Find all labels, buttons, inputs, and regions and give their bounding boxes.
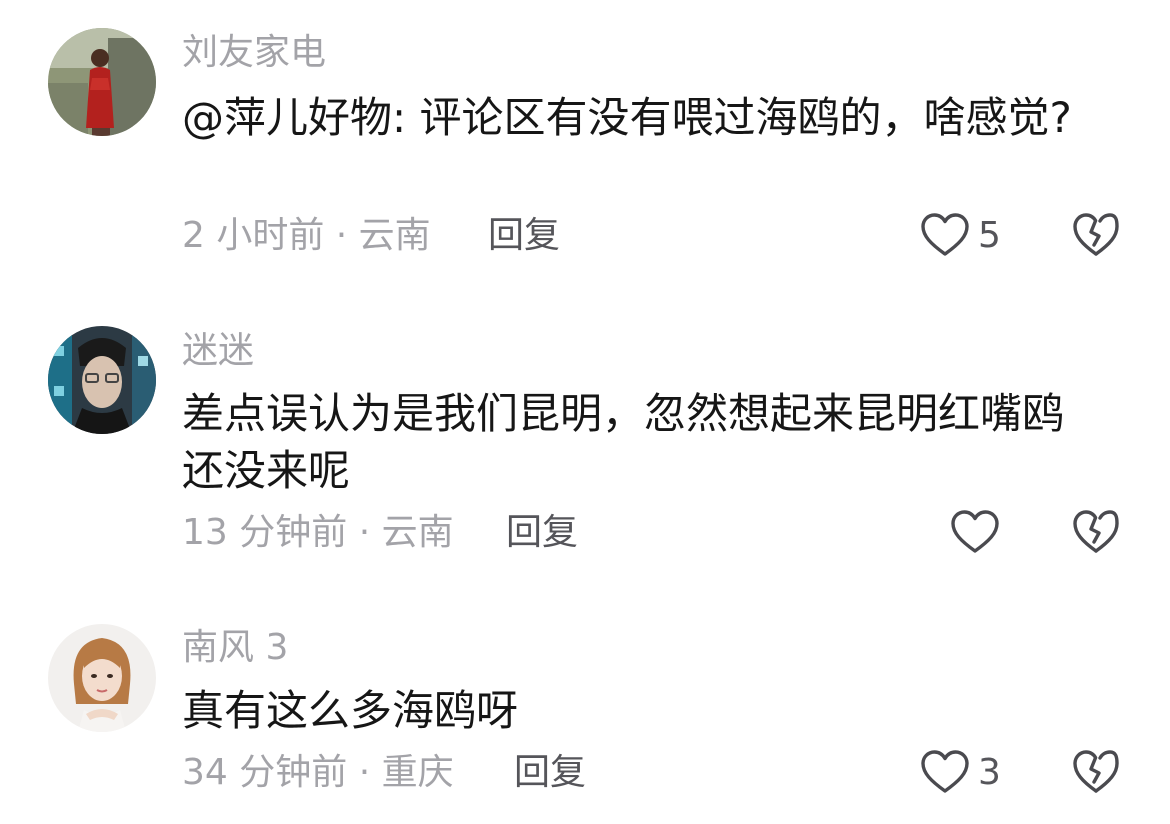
dislike-button[interactable] <box>1072 212 1120 260</box>
comment-time-location: 13 分钟前 · 云南 <box>182 512 454 553</box>
dislike-button[interactable] <box>1072 509 1120 557</box>
avatar-image <box>48 624 156 732</box>
like-count: 5 <box>978 215 1001 256</box>
broken-heart-icon <box>1073 750 1119 793</box>
comment-meta: 34 分钟前 · 重庆 回复 <box>182 748 586 798</box>
heart-outline-icon <box>921 213 969 256</box>
avatar-image <box>48 326 156 434</box>
dislike-button[interactable] <box>1072 749 1120 797</box>
avatar-image <box>48 28 156 136</box>
comment-item: 南风 3 真有这么多海鸥呀 34 分钟前 · 重庆 回复 3 <box>0 590 1170 824</box>
broken-heart-icon <box>1073 510 1119 553</box>
comment-meta: 13 分钟前 · 云南 回复 <box>182 508 578 558</box>
reply-button[interactable]: 回复 <box>506 508 578 558</box>
comment-username[interactable]: 迷迷 <box>182 329 254 373</box>
avatar[interactable] <box>48 28 156 136</box>
heart-outline-icon <box>921 750 969 793</box>
comment-item: 迷迷 差点误认为是我们昆明，忽然想起来昆明红嘴鸥还没来呢 13 分钟前 · 云南… <box>0 290 1170 590</box>
comment-text: 差点误认为是我们昆明，忽然想起来昆明红嘴鸥还没来呢 <box>182 389 1065 495</box>
comment-username[interactable]: 南风 3 <box>182 626 288 670</box>
heart-outline-icon <box>951 510 999 553</box>
reply-button[interactable]: 回复 <box>488 211 560 261</box>
comment-item: 刘友家电 @萍儿好物: 评论区有没有喂过海鸥的，啥感觉? 2 小时前 · 云南 … <box>0 0 1170 290</box>
comment-time-location: 2 小时前 · 云南 <box>182 215 431 256</box>
avatar[interactable] <box>48 624 156 732</box>
comment-username[interactable]: 刘友家电 <box>182 31 326 75</box>
comment-time-location: 34 分钟前 · 重庆 <box>182 752 454 793</box>
like-count: 3 <box>978 752 1001 793</box>
reply-button[interactable]: 回复 <box>514 748 586 798</box>
comment-meta: 2 小时前 · 云南 回复 <box>182 211 560 261</box>
comment-text: 真有这么多海鸥呀 <box>182 686 519 735</box>
broken-heart-icon <box>1073 213 1119 256</box>
avatar[interactable] <box>48 326 156 434</box>
comment-text: @萍儿好物: 评论区有没有喂过海鸥的，啥感觉? <box>182 93 1072 142</box>
